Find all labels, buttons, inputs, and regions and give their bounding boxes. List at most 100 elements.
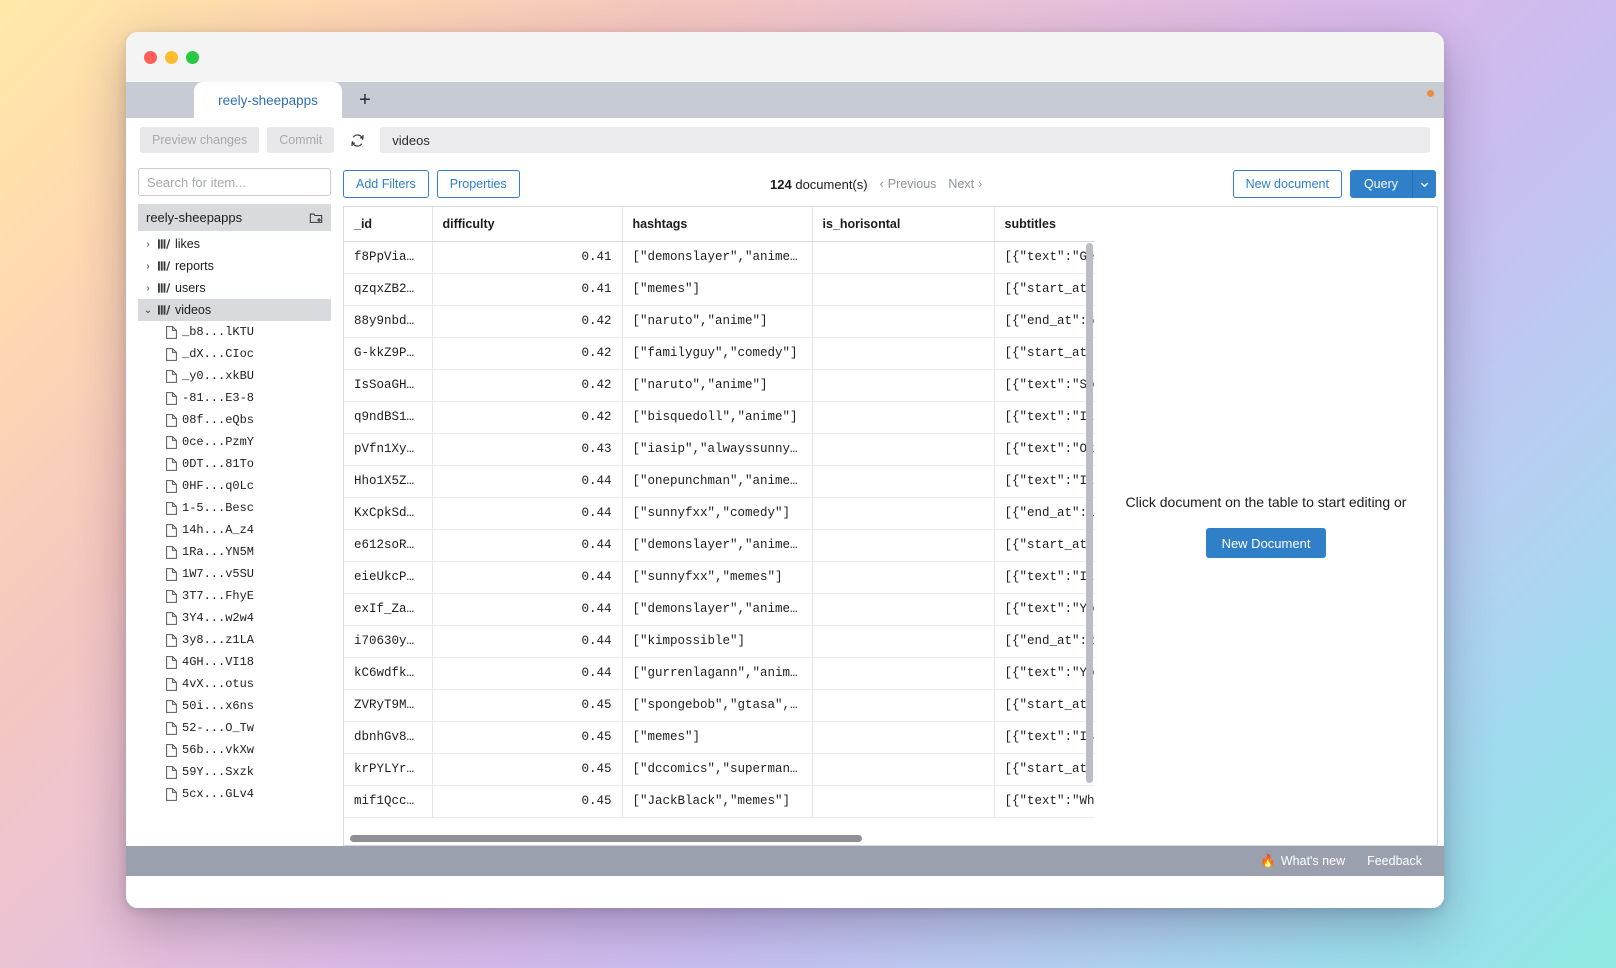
cell-hashtags[interactable]: ["naruto","anime"]: [622, 305, 813, 338]
table-row[interactable]: f8PpVia49L 0.41 ["demonslayer","anime… [{"t…: [344, 241, 1095, 274]
cell-subtitles[interactable]: [{"end_at":6,: [994, 305, 1095, 338]
table-scroll-area[interactable]: _id difficulty hashtags is_horisontal su…: [344, 207, 1095, 845]
table-row[interactable]: i70630y778 0.44 ["kimpossible"] [{"end_at":…: [344, 625, 1095, 658]
cell-is-horisontal[interactable]: [812, 241, 995, 274]
url-bar[interactable]: videos: [380, 127, 1430, 153]
cell-id[interactable]: kC6wdfk2M9: [344, 657, 433, 690]
table-row[interactable]: q9ndBS1K0F 0.42 ["bisquedoll","anime"] [{"t…: [344, 401, 1095, 434]
column-header-is-horisontal[interactable]: is_horisontal: [812, 207, 995, 242]
cell-hashtags[interactable]: ["sunnyfxx","comedy"]: [622, 497, 813, 530]
table-row[interactable]: qzqxZB2961 0.41 ["memes"] [{"start_at":: [344, 273, 1095, 306]
editor-new-document-button[interactable]: New Document: [1205, 528, 1327, 558]
sidebar-document-item[interactable]: 1Ra...YN5M: [138, 541, 331, 563]
table-row[interactable]: e612soRR6r 0.44 ["demonslayer","anime… [{"s…: [344, 529, 1095, 562]
cell-id[interactable]: ZVRyT9MV8j: [344, 689, 433, 722]
sidebar-document-item[interactable]: _b8...lKTU: [138, 321, 331, 343]
cell-hashtags[interactable]: ["bisquedoll","anime"]: [622, 401, 813, 434]
sidebar-document-item[interactable]: 59Y...Sxzk: [138, 761, 331, 783]
cell-is-horisontal[interactable]: [812, 433, 995, 466]
sidebar-document-item[interactable]: 3Y4...w2w4: [138, 607, 331, 629]
next-page-link[interactable]: Next ›: [948, 177, 982, 191]
cell-is-horisontal[interactable]: [812, 401, 995, 434]
chevron-right-icon[interactable]: ›: [142, 239, 154, 250]
cell-id[interactable]: exIf_ZaY51: [344, 593, 433, 626]
close-window-button[interactable]: [144, 50, 157, 64]
tab-reely-sheepapps[interactable]: reely-sheepapps: [194, 82, 342, 118]
cell-hashtags[interactable]: ["kimpossible"]: [622, 625, 813, 658]
cell-difficulty[interactable]: 0.44: [432, 497, 623, 530]
sidebar-document-item[interactable]: _y0...xkBU: [138, 365, 331, 387]
column-header-hashtags[interactable]: hashtags: [622, 207, 813, 242]
cell-is-horisontal[interactable]: [812, 593, 995, 626]
column-header-subtitles[interactable]: subtitles: [994, 207, 1095, 242]
column-header-id[interactable]: _id: [344, 207, 433, 242]
sidebar-document-item[interactable]: 56b...vkXw: [138, 739, 331, 761]
cell-difficulty[interactable]: 0.42: [432, 337, 623, 370]
cell-id[interactable]: dbnhGv86Uq: [344, 721, 433, 754]
table-row[interactable]: KxCpkSdHb0 0.44 ["sunnyfxx","comedy"] [{"en…: [344, 497, 1095, 530]
cell-id[interactable]: G-kkZ9PQlG: [344, 337, 433, 370]
cell-id[interactable]: eieUkcPUQ2: [344, 561, 433, 594]
query-dropdown-button[interactable]: [1412, 170, 1436, 198]
sidebar-document-item[interactable]: 4GH...VI18: [138, 651, 331, 673]
cell-difficulty[interactable]: 0.43: [432, 433, 623, 466]
cell-hashtags[interactable]: ["demonslayer","anime…: [622, 593, 813, 626]
cell-difficulty[interactable]: 0.41: [432, 273, 623, 306]
cell-is-horisontal[interactable]: [812, 689, 995, 722]
table-row[interactable]: dbnhGv86Uq 0.45 ["memes"] [{"text":"Is: [344, 721, 1095, 754]
table-row[interactable]: pVfn1XygnW 0.43 ["iasip","alwayssunny… [{"t…: [344, 433, 1095, 466]
cell-id[interactable]: i70630y778: [344, 625, 433, 658]
sidebar-document-item[interactable]: 14h...A_z4: [138, 519, 331, 541]
search-input[interactable]: [138, 168, 331, 196]
cell-subtitles[interactable]: [{"text":"Is: [994, 721, 1095, 754]
cell-id[interactable]: e612soRR6r: [344, 529, 433, 562]
cell-is-horisontal[interactable]: [812, 337, 995, 370]
cell-difficulty[interactable]: 0.44: [432, 657, 623, 690]
cell-subtitles[interactable]: [{"text":"You: [994, 657, 1095, 690]
new-document-button[interactable]: New document: [1232, 170, 1342, 198]
commit-button[interactable]: Commit: [267, 127, 335, 153]
cell-is-horisontal[interactable]: [812, 497, 995, 530]
cell-is-horisontal[interactable]: [812, 561, 995, 594]
sidebar-collection-videos[interactable]: ⌄ videos: [138, 299, 331, 321]
chevron-right-icon[interactable]: ›: [142, 283, 154, 294]
table-row[interactable]: eieUkcPUQ2 0.44 ["sunnyfxx","memes"] [{"tex…: [344, 561, 1095, 594]
cell-subtitles[interactable]: [{"start_at":: [994, 337, 1095, 370]
table-row[interactable]: exIf_ZaY51 0.44 ["demonslayer","anime… [{"t…: [344, 593, 1095, 626]
table-row[interactable]: ZVRyT9MV8j 0.45 ["spongebob","gtasa",… [{"s…: [344, 689, 1095, 722]
cell-is-horisontal[interactable]: [812, 465, 995, 498]
cell-hashtags[interactable]: ["demonslayer","anime…: [622, 529, 813, 562]
cell-hashtags[interactable]: ["sunnyfxx","memes"]: [622, 561, 813, 594]
sidebar-document-item[interactable]: 52-...O_Tw: [138, 717, 331, 739]
cell-id[interactable]: f8PpVia49L: [344, 241, 433, 274]
cell-subtitles[interactable]: [{"end_at":1,: [994, 497, 1095, 530]
sidebar-collection-users[interactable]: › users: [138, 277, 331, 299]
cell-subtitles[interactable]: [{"start_at":: [994, 753, 1095, 786]
cell-hashtags[interactable]: ["onepunchman","anime…: [622, 465, 813, 498]
refresh-icon[interactable]: [344, 127, 370, 153]
chevron-right-icon[interactable]: ›: [142, 261, 154, 272]
cell-difficulty[interactable]: 0.44: [432, 593, 623, 626]
table-vertical-scrollbar[interactable]: [1086, 243, 1093, 783]
cell-difficulty[interactable]: 0.44: [432, 625, 623, 658]
cell-difficulty[interactable]: 0.44: [432, 465, 623, 498]
chevron-down-icon[interactable]: ⌄: [142, 305, 154, 316]
sidebar-document-item[interactable]: 1W7...v5SU: [138, 563, 331, 585]
sidebar-document-item[interactable]: -81...E3-8: [138, 387, 331, 409]
sidebar-collection-likes[interactable]: › likes: [138, 233, 331, 255]
cell-hashtags[interactable]: ["memes"]: [622, 721, 813, 754]
cell-subtitles[interactable]: [{"text":"Wha: [994, 785, 1095, 818]
cell-subtitles[interactable]: [{"text":"Oka: [994, 433, 1095, 466]
cell-subtitles[interactable]: [{"text":"It: [994, 465, 1095, 498]
cell-subtitles[interactable]: [{"text":"So: [994, 369, 1095, 402]
cell-id[interactable]: mif1Qccfxi: [344, 785, 433, 818]
cell-difficulty[interactable]: 0.44: [432, 561, 623, 594]
cell-subtitles[interactable]: [{"start_at":: [994, 689, 1095, 722]
cell-id[interactable]: IsSoaGH7x_: [344, 369, 433, 402]
cell-is-horisontal[interactable]: [812, 657, 995, 690]
cell-difficulty[interactable]: 0.45: [432, 721, 623, 754]
cell-is-horisontal[interactable]: [812, 369, 995, 402]
cell-hashtags[interactable]: ["memes"]: [622, 273, 813, 306]
cell-hashtags[interactable]: ["spongebob","gtasa",…: [622, 689, 813, 722]
cell-is-horisontal[interactable]: [812, 785, 995, 818]
